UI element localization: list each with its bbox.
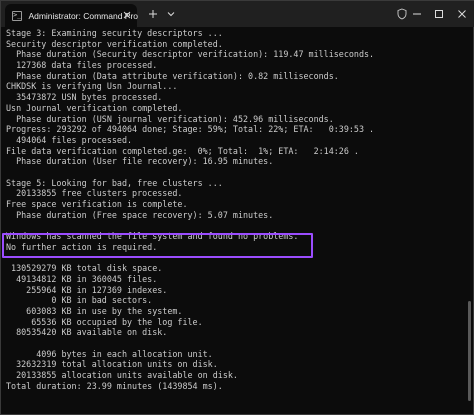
terminal-line: 20133855 free clusters processed. bbox=[6, 188, 183, 199]
tab-close-icon[interactable] bbox=[122, 10, 132, 20]
maximize-icon bbox=[435, 10, 443, 18]
tab-dropdown-button[interactable] bbox=[163, 5, 179, 23]
terminal-line: 65536 KB occupied by the log file. bbox=[6, 316, 203, 327]
terminal-output[interactable]: Stage 3: Examining security descriptors … bbox=[6, 28, 470, 412]
scrollbar-thumb[interactable] bbox=[468, 301, 471, 401]
terminal-icon: >_ bbox=[12, 10, 23, 21]
terminal-line: 255964 KB in 127369 indexes. bbox=[6, 284, 168, 295]
terminal-line: Stage 3: Examining security descriptors … bbox=[6, 28, 223, 38]
terminal-line: Phase duration (Data attribute verificat… bbox=[6, 70, 339, 81]
terminal-line: 603083 KB in use by the system. bbox=[6, 305, 183, 316]
result-highlight-box bbox=[2, 233, 313, 258]
terminal-line: Security descriptor verification complet… bbox=[6, 38, 223, 49]
terminal-line: Phase duration (User file recovery): 16.… bbox=[6, 156, 274, 167]
terminal-line: Stage 5: Looking for bad, free clusters … bbox=[6, 177, 223, 188]
plus-icon bbox=[149, 10, 157, 18]
chevron-down-icon bbox=[167, 12, 175, 17]
terminal-window: >_ Administrator: Command Pro Stage 3: E… bbox=[0, 0, 474, 415]
terminal-line: 80535420 KB available on disk. bbox=[6, 327, 168, 338]
terminal-line: File data verification completed.ge: 0%;… bbox=[6, 145, 359, 156]
terminal-line: CHKDSK is verifying Usn Journal... bbox=[6, 81, 178, 92]
terminal-line: Phase duration (USN journal verification… bbox=[6, 113, 334, 124]
terminal-line: 127368 data files processed. bbox=[6, 60, 158, 71]
terminal-line: 49134812 KB in 360045 files. bbox=[6, 273, 158, 284]
new-tab-button[interactable] bbox=[145, 5, 161, 23]
minimize-button[interactable] bbox=[406, 1, 428, 27]
maximize-button[interactable] bbox=[428, 1, 450, 27]
terminal-line: 4096 bytes in each allocation unit. bbox=[6, 348, 213, 359]
tab-command-prompt[interactable]: >_ Administrator: Command Pro bbox=[5, 4, 138, 27]
terminal-line: Usn Journal verification completed. bbox=[6, 102, 183, 113]
terminal-line: Phase duration (Security descriptor veri… bbox=[6, 49, 375, 60]
terminal-line: 32632319 total allocation units on disk. bbox=[6, 359, 218, 370]
terminal-line: Total duration: 23.99 minutes (1439854 m… bbox=[6, 380, 223, 391]
title-bar: >_ Administrator: Command Pro bbox=[1, 1, 474, 27]
terminal-line: Progress: 293292 of 494064 done; Stage: … bbox=[6, 124, 375, 135]
terminal-line: 130529279 KB total disk space. bbox=[6, 263, 163, 274]
terminal-line: 0 KB in bad sectors. bbox=[6, 295, 153, 306]
terminal-line: 494064 files processed. bbox=[6, 134, 133, 145]
terminal-line: 35473872 USN bytes processed. bbox=[6, 92, 163, 103]
close-button[interactable] bbox=[451, 1, 473, 27]
terminal-line: Free space verification is complete. bbox=[6, 199, 188, 209]
close-icon bbox=[458, 10, 466, 18]
terminal-line: Phase duration (Free space recovery): 5.… bbox=[6, 209, 274, 220]
terminal-line: 20133855 allocation units available on d… bbox=[6, 370, 238, 380]
minimize-icon bbox=[413, 13, 421, 15]
